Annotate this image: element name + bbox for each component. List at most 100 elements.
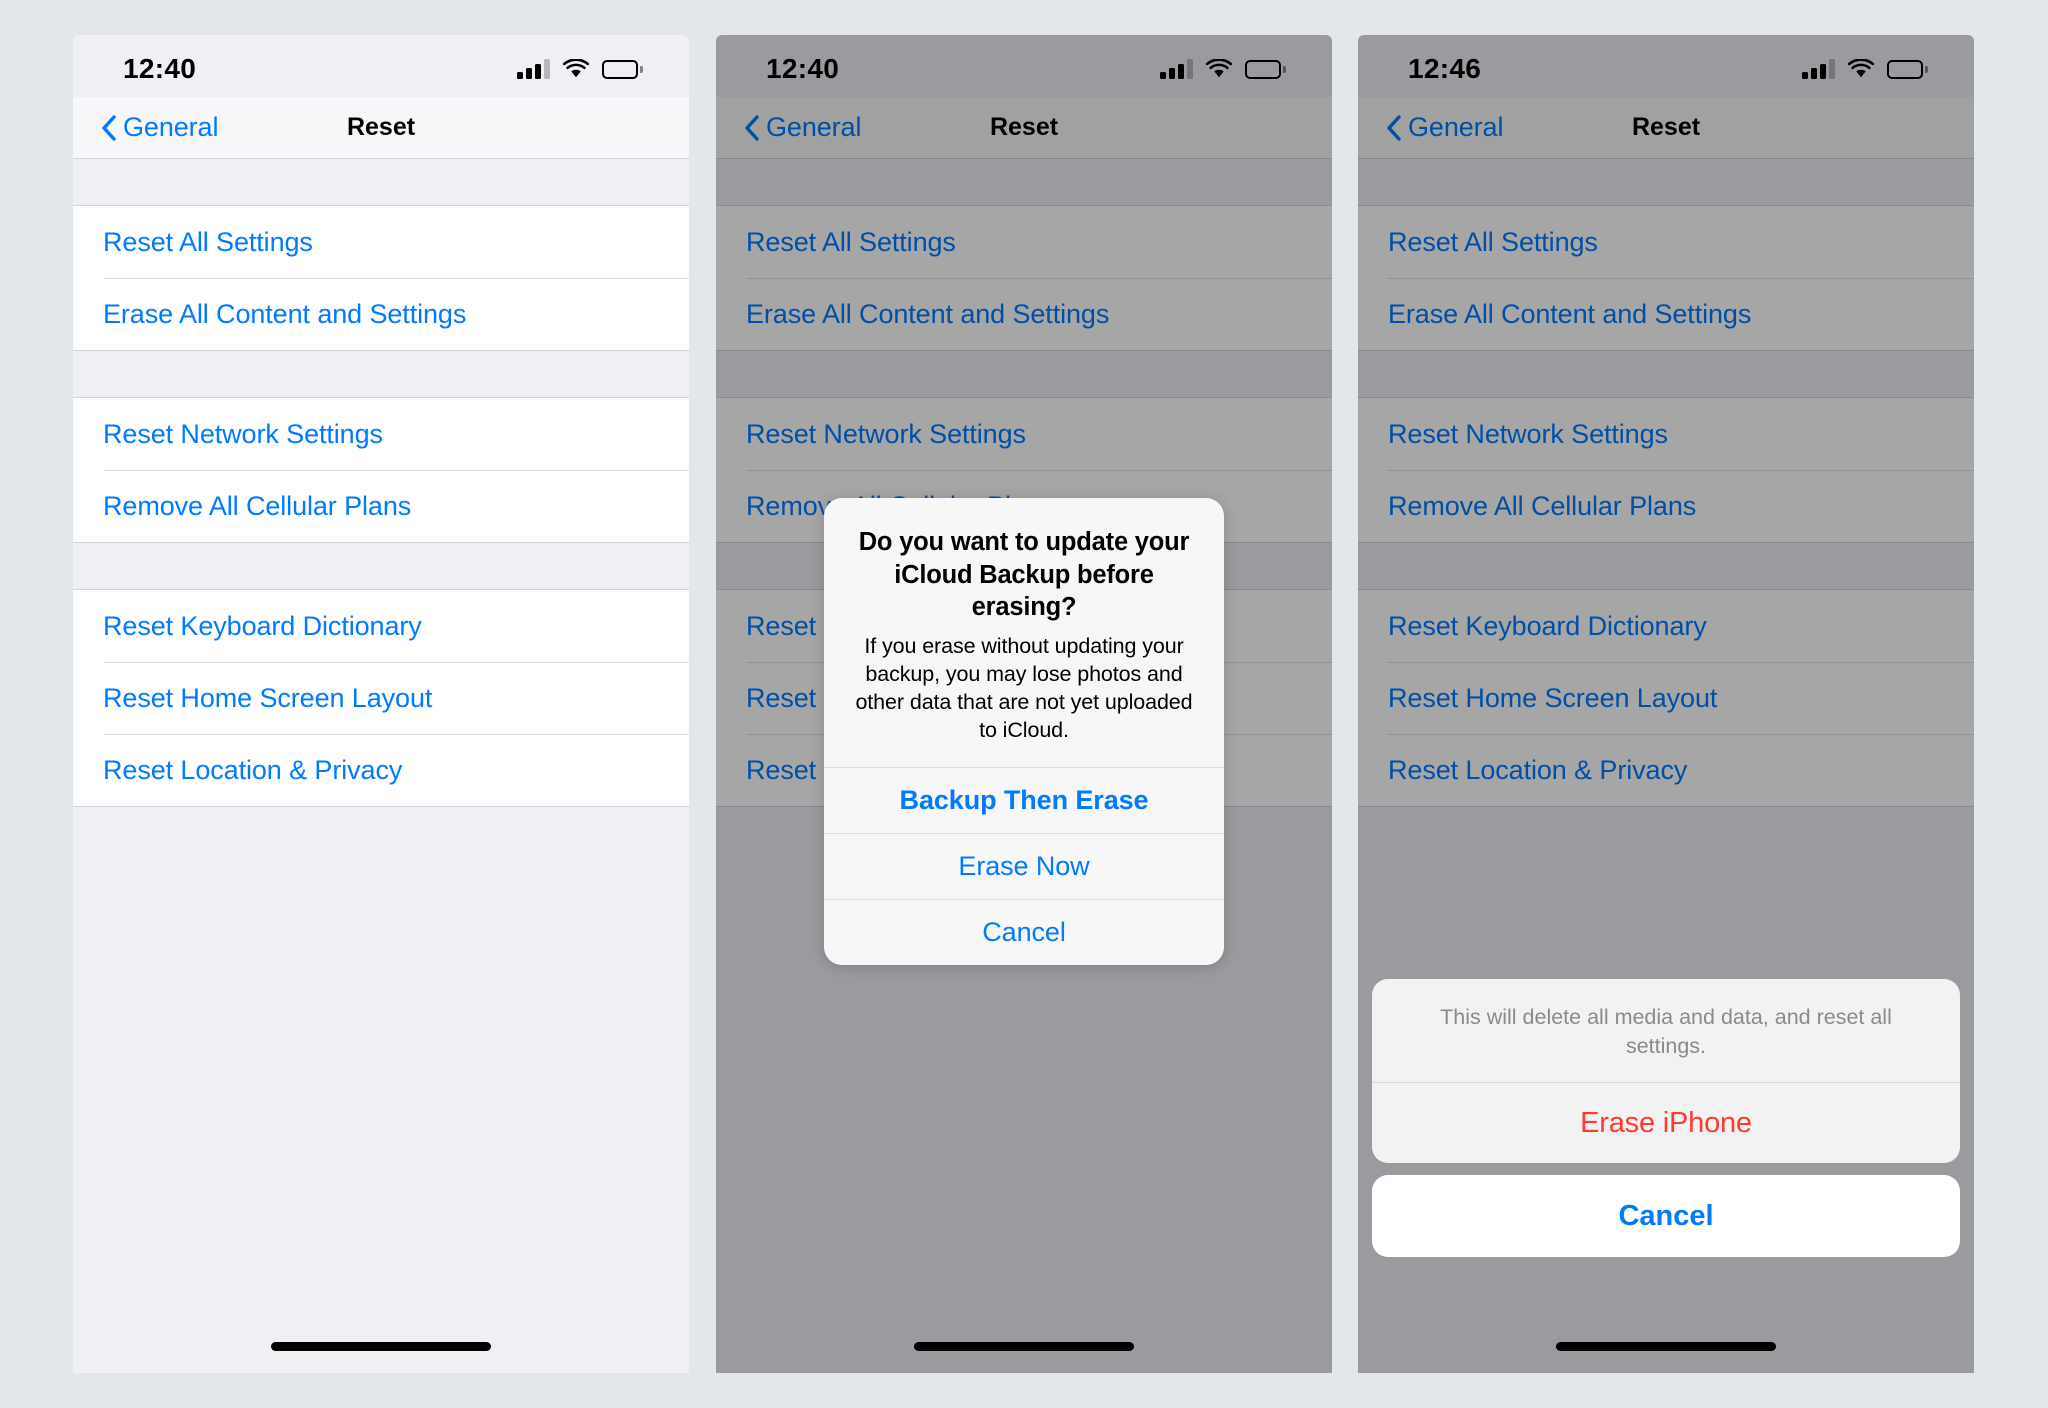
status-time: 12:46 (1408, 53, 1482, 84)
status-bar: 12:46 (1358, 35, 1974, 97)
list-item-label: Reset Network Settings (103, 418, 383, 449)
back-button[interactable]: General (1358, 112, 1503, 143)
group-spacer (1358, 159, 1974, 205)
list-item-label: Reset Keyboard Dictionary (1388, 610, 1707, 641)
list-item[interactable]: Reset Home Screen Layout (1358, 662, 1974, 734)
settings-group: Reset All Settings Erase All Content and… (1358, 205, 1974, 351)
cellular-signal-icon (1160, 59, 1193, 79)
list-item-label: Reset All Settings (746, 226, 956, 257)
group-spacer (73, 159, 689, 205)
nav-bar: General Reset (73, 97, 689, 159)
list-item[interactable]: Remove All Cellular Plans (73, 470, 689, 542)
list-item[interactable]: Erase All Content and Settings (73, 278, 689, 350)
back-button[interactable]: General (73, 112, 218, 143)
chevron-left-icon (745, 114, 759, 141)
battery-icon (1887, 59, 1928, 79)
list-item[interactable]: Reset All Settings (73, 206, 689, 278)
group-spacer (716, 159, 1332, 205)
list-item[interactable]: Reset Keyboard Dictionary (1358, 590, 1974, 662)
list-item-label: Reset Home Screen Layout (1388, 682, 1718, 713)
list-item-label: Reset All Settings (1388, 226, 1598, 257)
group-spacer (73, 351, 689, 397)
list-item[interactable]: Reset Network Settings (716, 398, 1332, 470)
list-item[interactable]: Reset Location & Privacy (73, 734, 689, 806)
list-item[interactable]: Reset Home Screen Layout (73, 662, 689, 734)
status-time: 12:40 (123, 53, 197, 84)
alert-title: Do you want to update your iCloud Backup… (858, 528, 1190, 622)
list-item-label: Reset All Settings (103, 226, 313, 257)
phone-screen-backup-alert: 12:40 General Reset Reset All Settings E… (716, 35, 1332, 1373)
backup-then-erase-button[interactable]: Backup Then Erase (824, 766, 1224, 833)
alert-message: If you erase without updating your backu… (855, 633, 1193, 743)
group-spacer (716, 351, 1332, 397)
settings-group: Reset All Settings Erase All Content and… (716, 205, 1332, 351)
group-spacer (1358, 543, 1974, 589)
erase-now-button[interactable]: Erase Now (824, 832, 1224, 899)
home-indicator[interactable] (914, 1342, 1134, 1351)
erase-iphone-button[interactable]: Erase iPhone (1372, 1083, 1960, 1163)
back-button-label: General (766, 112, 862, 142)
status-icons (1802, 53, 1928, 79)
nav-bar: General Reset (1358, 97, 1974, 159)
erase-iphone-action-sheet: This will delete all media and data, and… (1372, 979, 1960, 1257)
group-spacer (73, 543, 689, 589)
settings-group: Reset Keyboard Dictionary Reset Home Scr… (73, 589, 689, 807)
home-indicator[interactable] (271, 1342, 491, 1351)
status-bar: 12:40 (73, 35, 689, 97)
settings-group: Reset Keyboard Dictionary Reset Home Scr… (1358, 589, 1974, 807)
list-item[interactable]: Reset Network Settings (73, 398, 689, 470)
alert-cancel-button[interactable]: Cancel (824, 898, 1224, 965)
settings-group: Reset Network Settings Remove All Cellul… (1358, 397, 1974, 543)
chevron-left-icon (102, 114, 116, 141)
action-sheet-cancel-group: Cancel (1372, 1175, 1960, 1257)
list-item-label: Erase All Content and Settings (103, 298, 467, 329)
screenshot-canvas: 12:40 General Reset Reset All Settings E… (0, 0, 2048, 1408)
status-icons (517, 53, 643, 79)
battery-icon (1245, 59, 1286, 79)
settings-group: Reset All Settings Erase All Content and… (73, 205, 689, 351)
group-spacer (1358, 351, 1974, 397)
list-item-label: Reset Keyboard Dictionary (103, 610, 422, 641)
home-indicator[interactable] (1556, 1342, 1776, 1351)
alert-body: Do you want to update your iCloud Backup… (824, 498, 1224, 767)
list-item[interactable]: Reset Network Settings (1358, 398, 1974, 470)
list-item-label: Remove All Cellular Plans (1388, 490, 1697, 521)
action-sheet-title: This will delete all media and data, and… (1372, 979, 1960, 1083)
list-item[interactable]: Remove All Cellular Plans (1358, 470, 1974, 542)
wifi-icon (562, 59, 590, 78)
status-bar: 12:40 (716, 35, 1332, 97)
wifi-icon (1847, 59, 1875, 78)
battery-icon (602, 59, 643, 79)
list-item-label: Erase All Content and Settings (746, 298, 1110, 329)
list-item-label: Reset Home Screen Layout (103, 682, 433, 713)
list-item[interactable]: Erase All Content and Settings (1358, 278, 1974, 350)
list-item-label: Reset Location & Privacy (103, 754, 403, 785)
list-item[interactable]: Reset All Settings (1358, 206, 1974, 278)
list-item[interactable]: Reset Location & Privacy (1358, 734, 1974, 806)
cellular-signal-icon (1802, 59, 1835, 79)
status-icons (1160, 53, 1286, 79)
back-button[interactable]: General (716, 112, 861, 143)
back-button-label: General (123, 112, 219, 142)
list-item[interactable]: Erase All Content and Settings (716, 278, 1332, 350)
status-time: 12:40 (766, 53, 840, 84)
list-item-label: Remove All Cellular Plans (103, 490, 412, 521)
settings-list: Reset All Settings Erase All Content and… (73, 159, 689, 1373)
list-item[interactable]: Reset Keyboard Dictionary (73, 590, 689, 662)
phone-screen-erase-sheet: 12:46 General Reset Reset All Settings E… (1358, 35, 1974, 1373)
action-sheet-group: This will delete all media and data, and… (1372, 979, 1960, 1163)
chevron-left-icon (1387, 114, 1401, 141)
backup-before-erase-alert: Do you want to update your iCloud Backup… (824, 498, 1224, 965)
list-item-label: Reset Location & Privacy (1388, 754, 1688, 785)
list-item-label: Reset Network Settings (1388, 418, 1668, 449)
wifi-icon (1205, 59, 1233, 78)
action-sheet-cancel-button[interactable]: Cancel (1372, 1175, 1960, 1257)
nav-bar: General Reset (716, 97, 1332, 159)
cellular-signal-icon (517, 59, 550, 79)
list-item-label: Erase All Content and Settings (1388, 298, 1752, 329)
list-item-label: Reset Network Settings (746, 418, 1026, 449)
phone-screen-reset-list: 12:40 General Reset Reset All Settings E… (73, 35, 689, 1373)
list-item[interactable]: Reset All Settings (716, 206, 1332, 278)
back-button-label: General (1408, 112, 1504, 142)
settings-group: Reset Network Settings Remove All Cellul… (73, 397, 689, 543)
